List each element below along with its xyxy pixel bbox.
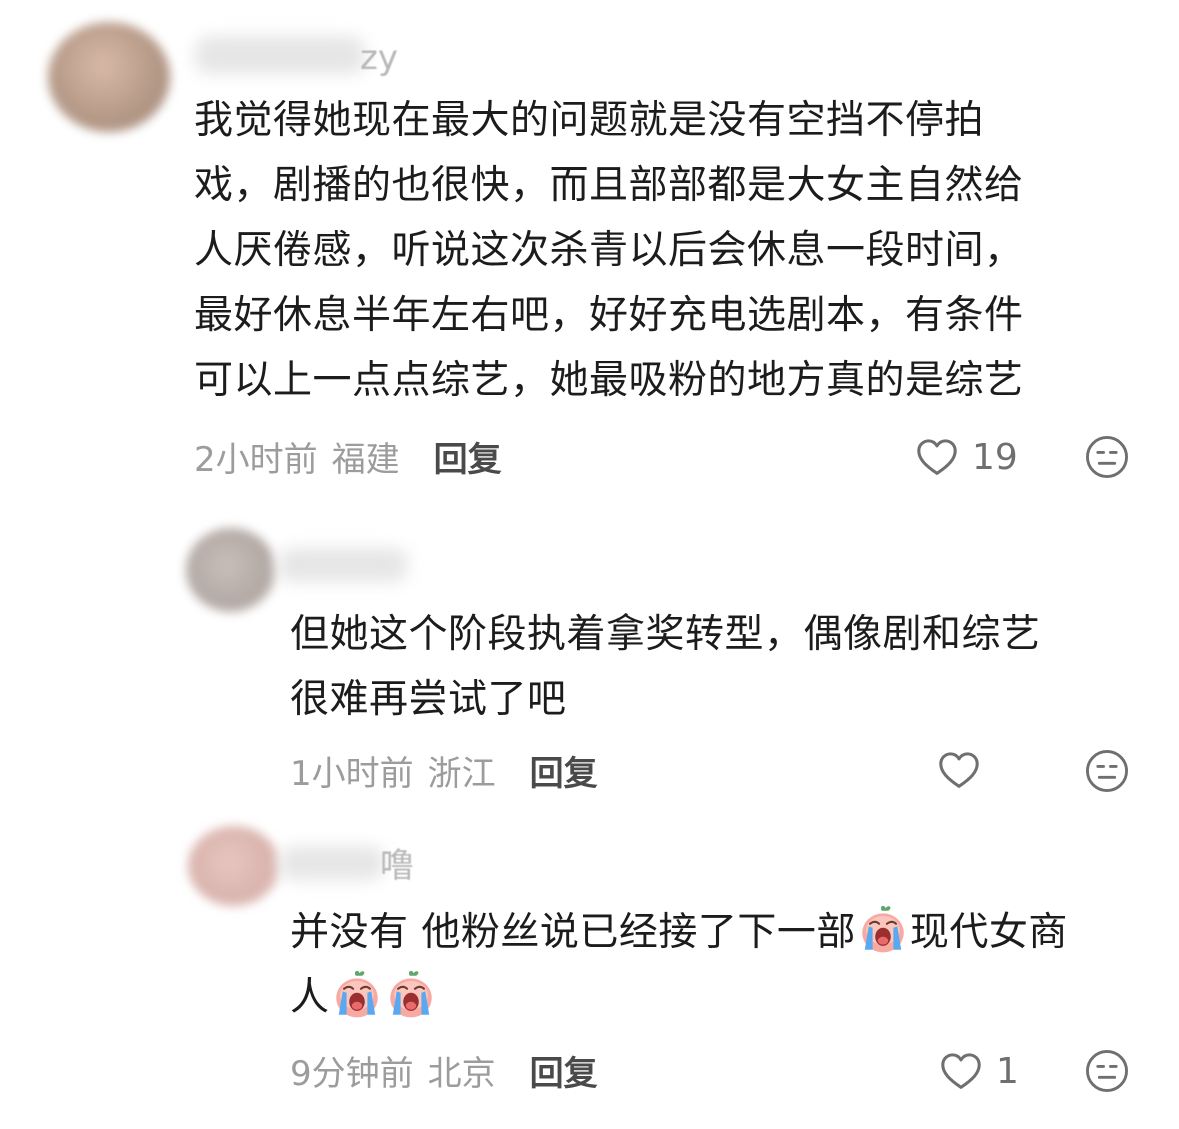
username-fragment: 噜 [380, 846, 414, 886]
comment-line: 最好休息半年左右吧，好好充电选剧本，有条件 [194, 293, 1024, 338]
reply-button[interactable]: 回复 [530, 746, 598, 795]
avatar[interactable] [188, 826, 280, 906]
comment-line: 人 [290, 975, 330, 1020]
comment-text: 我觉得她现在最大的问题就是没有空挡不停拍 戏，剧播的也很快，而且部部都是大女主自… [194, 88, 1134, 413]
like-button[interactable]: 1 [938, 1049, 1019, 1093]
comment-text: 并没有 他粉丝说已经接了下一部 现代女商 人 [290, 900, 1150, 1030]
comment-text: 但她这个阶段执着拿奖转型，偶像剧和综艺 很难再尝试了吧 [290, 602, 1150, 732]
location: 福建 [331, 439, 400, 480]
reply-button[interactable]: 回复 [434, 432, 502, 481]
timestamp: 1小时前 [290, 753, 414, 794]
crying-face-emoji-icon [331, 968, 383, 1020]
comment-line: 我觉得她现在最大的问题就是没有空挡不停拍 [194, 98, 985, 143]
comment-line: 人厌倦感，听说这次杀青以后会休息一段时间， [194, 228, 1024, 273]
comment-line: 现代女商 [909, 910, 1068, 955]
heart-icon [936, 747, 982, 793]
comment-meta: 1小时前 浙江 回复 [290, 746, 598, 795]
timestamp: 9分钟前 [290, 1053, 414, 1094]
crying-face-emoji-icon [385, 968, 437, 1020]
like-button[interactable]: 19 [914, 435, 1018, 479]
comment-line: 戏，剧播的也很快，而且部部都是大女主自然给 [194, 163, 1024, 208]
reply-button[interactable]: 回复 [530, 1046, 598, 1095]
username[interactable] [280, 846, 384, 880]
comment-meta: 9分钟前 北京 回复 [290, 1046, 598, 1095]
meh-face-icon [1084, 748, 1130, 794]
avatar[interactable] [48, 22, 170, 132]
comment-line: 并没有 他粉丝说已经接了下一部 [290, 910, 856, 955]
comment-meta: 2小时前 福建 回复 [194, 432, 502, 481]
comment-line: 很难再尝试了吧 [290, 677, 567, 722]
meh-face-icon [1084, 434, 1130, 480]
like-count: 19 [972, 436, 1018, 478]
dislike-button[interactable] [1084, 1048, 1130, 1098]
comment-line: 可以上一点点综艺，她最吸粉的地方真的是综艺 [194, 358, 1024, 403]
dislike-button[interactable] [1084, 748, 1130, 798]
heart-icon [914, 434, 960, 480]
timestamp: 2小时前 [194, 439, 318, 480]
dislike-button[interactable] [1084, 434, 1130, 484]
username[interactable] [195, 36, 365, 74]
comment-line: 但她这个阶段执着拿奖转型，偶像剧和综艺 [290, 612, 1041, 657]
username-fragment: zy [360, 38, 398, 78]
crying-face-emoji-icon [857, 903, 909, 955]
username[interactable] [278, 548, 408, 582]
location: 浙江 [427, 753, 496, 794]
location: 北京 [427, 1053, 496, 1094]
like-count: 1 [996, 1050, 1019, 1092]
heart-icon [938, 1048, 984, 1094]
avatar[interactable] [186, 528, 276, 612]
meh-face-icon [1084, 1048, 1130, 1094]
like-button[interactable] [936, 748, 982, 792]
